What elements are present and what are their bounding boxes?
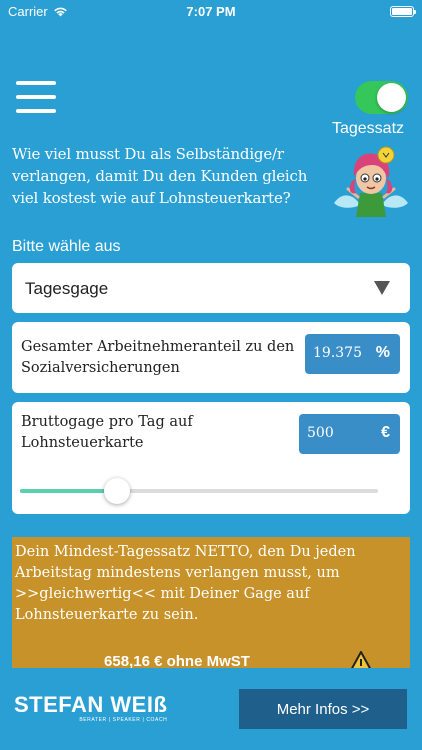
gross-wage-label: Bruttogage pro Tag auf Lohnsteuerkarte — [21, 414, 193, 451]
question-text: Wie viel musst Du als Selbständige/r ver… — [12, 145, 308, 207]
brand-logo: STEFAN WEIß BERATER | SPEAKER | COACH — [14, 692, 168, 724]
social-insurance-label: Gesamter Arbeitnehmeranteil zu den Sozia… — [21, 339, 295, 376]
hamburger-menu-icon[interactable] — [16, 81, 56, 113]
prompt-label: Bitte wähle aus — [12, 238, 121, 255]
caret-down-icon — [374, 281, 390, 295]
gross-wage-value: 500 — [307, 425, 334, 441]
calculation-type-select[interactable]: Tagesgage — [12, 263, 410, 313]
tagessatz-toggle[interactable] — [355, 81, 408, 114]
result-panel: Dein Mindest-Tagessatz NETTO, den Du jed… — [12, 537, 410, 668]
status-bar: Carrier 7:07 PM — [0, 0, 422, 24]
slider-fill — [20, 489, 117, 493]
slider-thumb[interactable] — [104, 478, 130, 504]
select-value: Tagesgage — [25, 279, 109, 298]
euro-unit: € — [381, 424, 390, 441]
more-info-button[interactable]: Mehr Infos >> — [239, 689, 407, 729]
mascot-illustration-icon — [334, 146, 408, 217]
gross-wage-slider[interactable] — [20, 478, 378, 504]
social-insurance-card: Gesamter Arbeitnehmeranteil zu den Sozia… — [12, 322, 410, 393]
social-insurance-input[interactable]: 19.375 % — [305, 334, 400, 374]
battery-icon — [390, 6, 416, 17]
result-amount: 658,16 € ohne MwST — [104, 653, 250, 668]
percent-unit: % — [375, 344, 390, 361]
social-insurance-value: 19.375 — [313, 345, 362, 361]
warning-icon[interactable] — [349, 651, 373, 668]
brand-name: STEFAN WEIß — [14, 692, 168, 717]
toggle-label: Tagessatz — [331, 120, 405, 137]
toggle-knob — [377, 83, 406, 112]
brand-tagline: BERATER | SPEAKER | COACH — [79, 717, 168, 723]
clock: 7:07 PM — [186, 4, 236, 19]
gross-wage-input[interactable]: 500 € — [299, 414, 400, 454]
result-description: Dein Mindest-Tagessatz NETTO, den Du jed… — [15, 544, 356, 623]
